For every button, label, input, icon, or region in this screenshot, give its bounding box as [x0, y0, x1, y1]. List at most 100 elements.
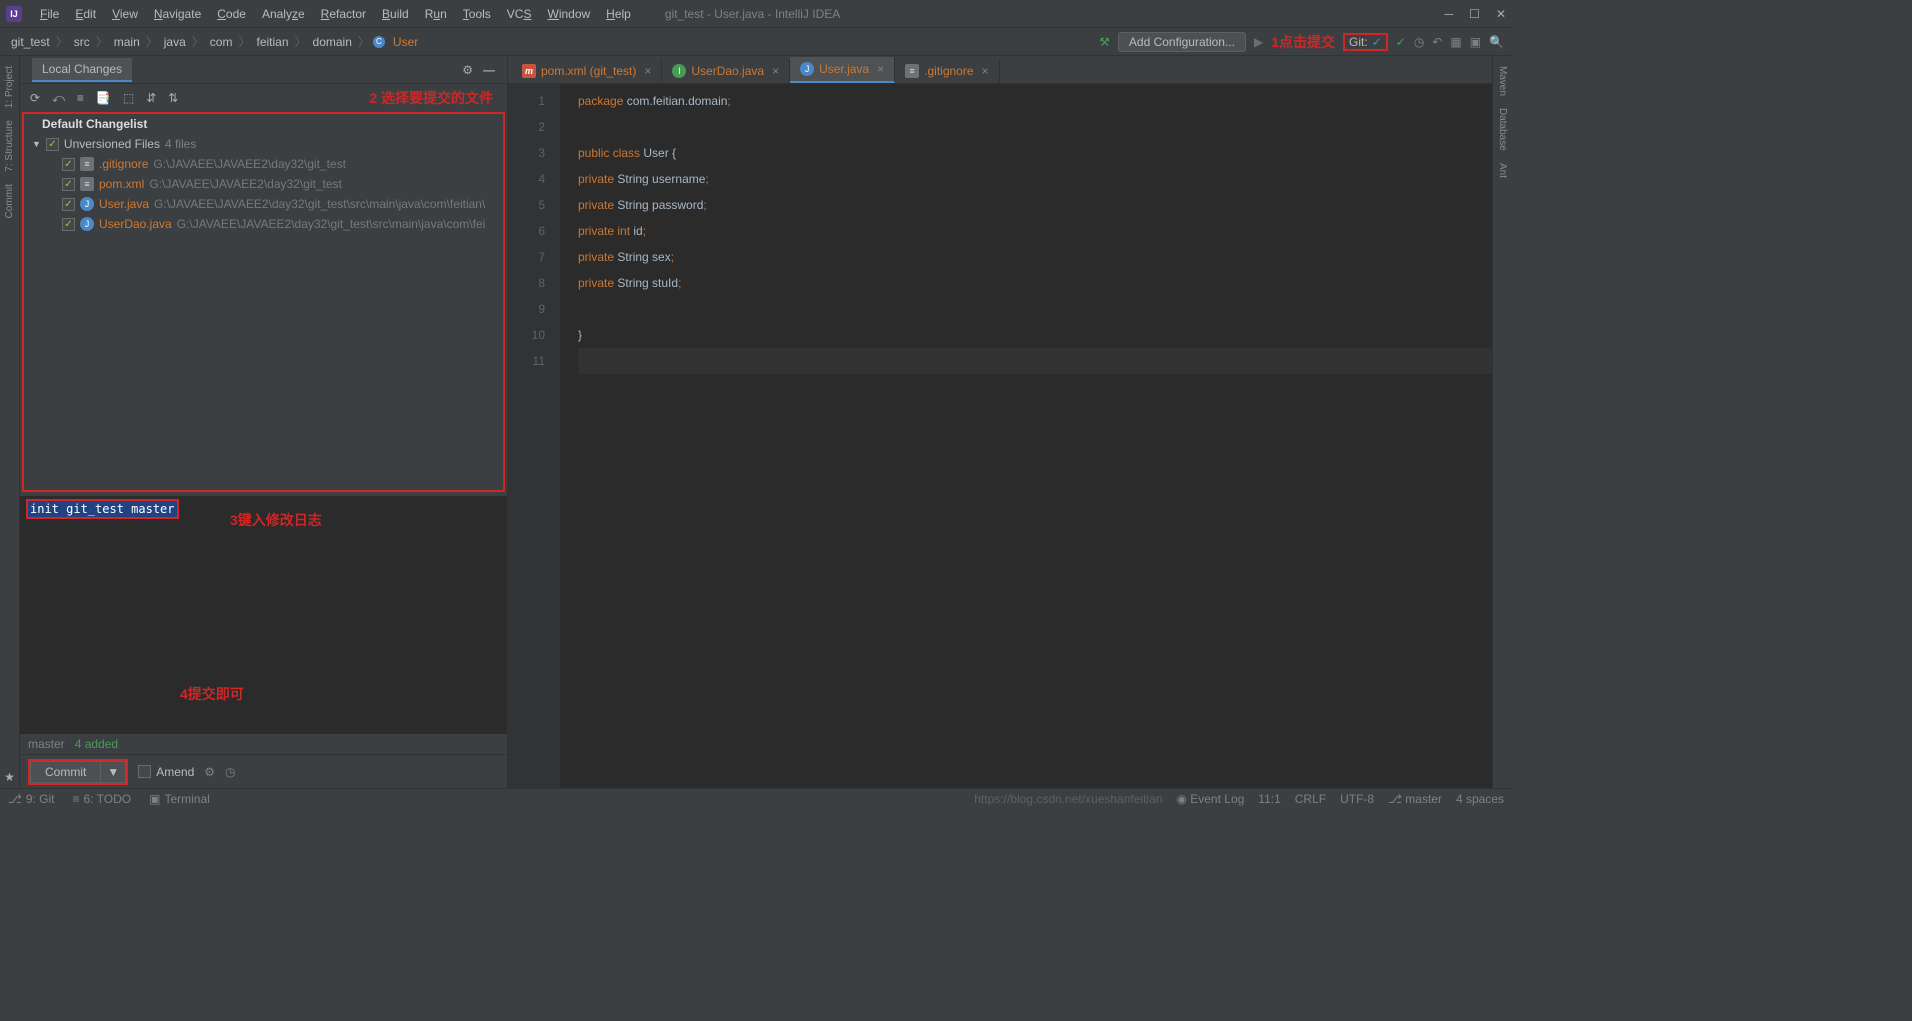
crumb-seg[interactable]: main [111, 35, 143, 49]
editor-tab[interactable]: I UserDao.java × [662, 59, 790, 83]
toolbar-icon[interactable]: ▦ [1450, 35, 1461, 49]
file-row[interactable]: ✓ J User.java G:\JAVAEE\JAVAEE2\day32\gi… [24, 194, 503, 214]
checkbox[interactable]: ✓ [62, 178, 75, 191]
menu-navigate[interactable]: Navigate [146, 7, 209, 21]
code-line[interactable] [578, 348, 1492, 374]
file-row[interactable]: ✓ J UserDao.java G:\JAVAEE\JAVAEE2\day32… [24, 214, 503, 234]
refresh-icon[interactable]: ⟳ [30, 91, 40, 105]
menu-tools[interactable]: Tools [455, 7, 499, 21]
menu-file[interactable]: File [32, 7, 67, 21]
code-line[interactable] [578, 114, 1492, 140]
toolwindow-maven[interactable]: Maven [1497, 60, 1508, 102]
git-branch[interactable]: ⎇ master [1388, 792, 1442, 806]
toolwindow-structure[interactable]: 7: Structure [4, 114, 15, 178]
maximize-icon[interactable]: ☐ [1469, 7, 1480, 21]
history-icon[interactable]: ◷ [1414, 35, 1424, 49]
group-icon[interactable]: ⬚ [123, 91, 134, 105]
status-git[interactable]: ⎇ 9: Git [8, 792, 55, 806]
file-row[interactable]: ✓ ≡ .gitignore G:\JAVAEE\JAVAEE2\day32\g… [24, 154, 503, 174]
minimize-panel-icon[interactable]: — [483, 63, 495, 77]
default-changelist[interactable]: Default Changelist [24, 114, 503, 134]
history-icon[interactable]: ◷ [225, 765, 235, 779]
star-icon[interactable]: ★ [4, 766, 15, 788]
shelve-icon[interactable]: 📑 [96, 91, 111, 105]
breadcrumb[interactable]: git_test〉 src〉 main〉 java〉 com〉 feitian〉… [8, 33, 421, 50]
menu-edit[interactable]: Edit [67, 7, 104, 21]
unversioned-files-group[interactable]: ▼ ✓ Unversioned Files 4 files [24, 134, 503, 154]
crumb-seg[interactable]: feitian [253, 35, 291, 49]
undo-icon[interactable]: ↶ [1432, 35, 1442, 49]
git-commit-icon[interactable]: ✓ [1372, 35, 1382, 49]
menu-analyze[interactable]: Analyze [254, 7, 313, 21]
editor-tab[interactable]: J User.java × [790, 57, 895, 83]
event-log[interactable]: ◉ Event Log [1176, 792, 1244, 806]
code-line[interactable]: private String username; [578, 166, 1492, 192]
toolwindow-commit[interactable]: Commit [4, 178, 15, 224]
expand-icon[interactable]: ⇵ [146, 91, 156, 105]
commit-message-input[interactable]: init git_test master [26, 499, 179, 519]
file-row[interactable]: ✓ ≡ pom.xml G:\JAVAEE\JAVAEE2\day32\git_… [24, 174, 503, 194]
code-line[interactable]: public class User { [578, 140, 1492, 166]
menu-code[interactable]: Code [209, 7, 254, 21]
gear-icon[interactable]: ⚙ [462, 63, 473, 77]
build-icon[interactable]: ⚒ [1099, 35, 1110, 49]
crumb-seg[interactable]: java [161, 35, 189, 49]
minimize-icon[interactable]: ─ [1445, 7, 1454, 21]
commit-message-area[interactable]: init git_test master 3键入修改日志 4提交即可 [20, 496, 507, 734]
checkmark-icon[interactable]: ✓ [1396, 35, 1406, 49]
close-icon[interactable]: ✕ [1496, 7, 1506, 21]
close-tab-icon[interactable]: × [772, 64, 779, 78]
gear-icon[interactable]: ⚙ [204, 765, 215, 779]
crumb-seg[interactable]: com [207, 35, 236, 49]
amend-checkbox[interactable]: Amend [138, 765, 194, 779]
close-tab-icon[interactable]: × [644, 64, 651, 78]
run-config-button[interactable]: Add Configuration... [1118, 32, 1246, 52]
status-terminal[interactable]: ▣ Terminal [149, 792, 210, 806]
diff-icon[interactable]: ≡ [77, 91, 84, 105]
menu-view[interactable]: View [104, 7, 146, 21]
search-icon[interactable]: 🔍 [1489, 35, 1504, 49]
local-changes-tab[interactable]: Local Changes [32, 58, 132, 82]
toolwindow-ant[interactable]: Ant [1497, 157, 1508, 184]
toolwindow-project[interactable]: 1: Project [4, 60, 15, 114]
collapse-icon[interactable]: ⇅ [168, 91, 178, 105]
code-line[interactable]: private int id; [578, 218, 1492, 244]
encoding[interactable]: UTF-8 [1340, 792, 1374, 806]
code-line[interactable]: private String stuId; [578, 270, 1492, 296]
menu-vcs[interactable]: VCS [499, 7, 540, 21]
toolbar-icon[interactable]: ▣ [1470, 35, 1481, 49]
close-tab-icon[interactable]: × [877, 62, 884, 76]
menu-refactor[interactable]: Refactor [313, 7, 374, 21]
menu-build[interactable]: Build [374, 7, 417, 21]
code-line[interactable]: } [578, 322, 1492, 348]
indent[interactable]: 4 spaces [1456, 792, 1504, 806]
run-icon[interactable]: ▶ [1254, 35, 1263, 49]
checkbox[interactable] [138, 765, 151, 778]
line-separator[interactable]: CRLF [1295, 792, 1326, 806]
code-line[interactable]: private String sex; [578, 244, 1492, 270]
code-line[interactable]: package com.feitian.domain; [578, 88, 1492, 114]
menu-help[interactable]: Help [598, 7, 639, 21]
checkbox[interactable]: ✓ [62, 198, 75, 211]
commit-dropdown-button[interactable]: ▼ [101, 761, 126, 783]
caret-position[interactable]: 11:1 [1258, 792, 1280, 806]
checkbox[interactable]: ✓ [62, 218, 75, 231]
checkbox[interactable]: ✓ [46, 138, 59, 151]
code-line[interactable]: private String password; [578, 192, 1492, 218]
crumb-seg[interactable]: User [390, 35, 421, 49]
toolwindow-database[interactable]: Database [1497, 102, 1508, 157]
close-tab-icon[interactable]: × [982, 64, 989, 78]
status-todo[interactable]: ≡ 6: TODO [73, 792, 132, 806]
code-line[interactable] [578, 296, 1492, 322]
menu-window[interactable]: Window [539, 7, 598, 21]
checkbox[interactable]: ✓ [62, 158, 75, 171]
crumb-seg[interactable]: domain [310, 35, 355, 49]
caret-down-icon[interactable]: ▼ [32, 139, 41, 149]
editor-tab[interactable]: m pom.xml (git_test) × [512, 59, 662, 83]
menu-run[interactable]: Run [417, 7, 455, 21]
crumb-seg[interactable]: git_test [8, 35, 53, 49]
rollback-icon[interactable]: ⤺ [52, 91, 65, 106]
editor-tab[interactable]: ≡ .gitignore × [895, 59, 999, 83]
commit-button[interactable]: Commit [30, 761, 101, 783]
crumb-seg[interactable]: src [71, 35, 93, 49]
